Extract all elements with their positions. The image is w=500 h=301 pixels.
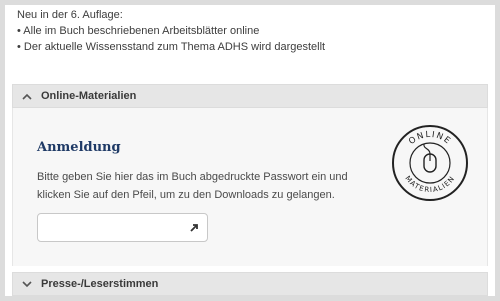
chevron-down-icon: [13, 280, 41, 288]
chevron-up-icon: [13, 93, 41, 100]
mouse-icon: [423, 143, 437, 173]
intro-line-3: • Der aktuelle Wissensstand zum Thema AD…: [17, 41, 326, 53]
accordion-label: Presse-/Leserstimmen: [41, 278, 159, 290]
intro-line-2: • Alle im Buch beschriebenen Arbeitsblät…: [17, 25, 260, 37]
intro-line-1: Neu in der 6. Auflage:: [17, 9, 123, 21]
arrow-right-icon[interactable]: [187, 220, 201, 236]
intro-text: Neu in der 6. Auflage: • Alle im Buch be…: [17, 7, 487, 55]
login-description-line-1: Bitte geben Sie hier das im Buch abgedru…: [37, 171, 348, 183]
accordion-presse-leserstimmen[interactable]: Presse-/Leserstimmen: [12, 272, 488, 296]
badge-bottom-text: MATERIALIEN: [403, 174, 456, 194]
login-title: Anmeldung: [37, 140, 121, 155]
online-materialien-panel: Anmeldung Bitte geben Sie hier das im Bu…: [12, 108, 488, 266]
badge-top-text: ONLINE: [407, 130, 453, 147]
login-description-line-2: klicken Sie auf den Pfeil, um zu den Dow…: [37, 189, 335, 201]
accordion-online-materialien[interactable]: Online-Materialien: [12, 84, 488, 108]
online-materialien-badge: ONLINE MATERIALIEN: [392, 125, 468, 201]
accordion-label: Online-Materialien: [41, 90, 137, 102]
password-input[interactable]: [44, 219, 188, 238]
password-field: [37, 213, 208, 242]
login-description: Bitte geben Sie hier das im Buch abgedru…: [37, 168, 357, 204]
